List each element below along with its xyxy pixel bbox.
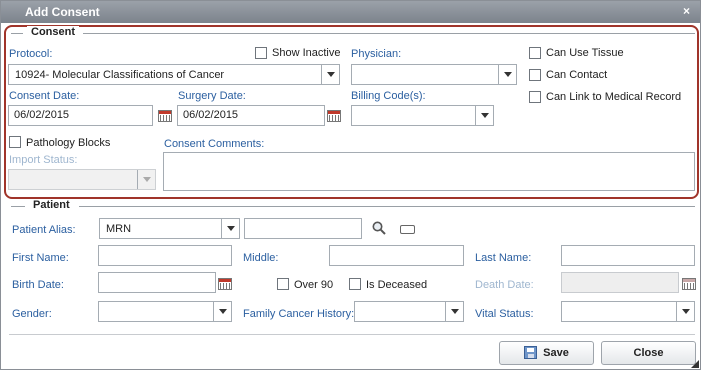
patient-alias-type-select[interactable]: MRN: [99, 218, 240, 239]
family-cancer-history-label: Family Cancer History:: [243, 308, 355, 320]
save-icon: [524, 345, 538, 359]
gender-label: Gender:: [12, 308, 52, 320]
is-deceased-checkbox[interactable]: [349, 278, 361, 290]
add-consent-dialog: Add Consent × Consent Protocol: 10924- M…: [0, 0, 701, 370]
dialog-titlebar[interactable]: Add Consent ×: [1, 1, 700, 23]
import-status-label: Import Status:: [9, 154, 78, 166]
first-name-input[interactable]: [98, 245, 232, 266]
dialog-title: Add Consent: [25, 5, 100, 19]
save-button[interactable]: Save: [499, 341, 594, 365]
consent-date-label: Consent Date:: [9, 90, 80, 102]
protocol-select[interactable]: 10924- Molecular Classifications of Canc…: [8, 64, 340, 85]
can-contact-label: Can Contact: [546, 69, 608, 81]
protocol-label: Protocol:: [9, 48, 53, 60]
can-use-tissue-label: Can Use Tissue: [546, 47, 624, 59]
consent-comments-label: Consent Comments:: [164, 138, 265, 150]
close-button[interactable]: Close: [601, 341, 696, 365]
billing-codes-select[interactable]: [351, 105, 494, 126]
can-link-medical-record-label: Can Link to Medical Record: [546, 91, 682, 103]
consent-legend-line-left: [11, 33, 23, 34]
calendar-icon[interactable]: [218, 278, 232, 290]
chevron-down-icon[interactable]: [475, 106, 493, 125]
consent-date-input[interactable]: 06/02/2015: [8, 105, 153, 126]
patient-alias-input[interactable]: [244, 218, 362, 239]
save-label: Save: [543, 347, 569, 359]
surgery-date-input[interactable]: 06/02/2015: [177, 105, 325, 126]
chevron-down-icon[interactable]: [676, 302, 694, 321]
import-status-select: [8, 169, 156, 190]
over-90-checkbox[interactable]: [277, 278, 289, 290]
card-icon[interactable]: [400, 225, 415, 234]
footer-separator: [9, 334, 695, 335]
chevron-down-icon[interactable]: [321, 65, 339, 84]
search-icon[interactable]: [372, 221, 386, 235]
patient-legend-line-right: [79, 206, 695, 207]
is-deceased-label: Is Deceased: [366, 279, 428, 291]
can-link-medical-record-checkbox[interactable]: [529, 91, 541, 103]
close-icon[interactable]: ×: [683, 4, 690, 18]
gender-select[interactable]: [98, 301, 232, 322]
consent-comments-textarea[interactable]: [163, 152, 695, 191]
can-use-tissue-checkbox[interactable]: [529, 47, 541, 59]
pathology-blocks-checkbox[interactable]: [9, 136, 21, 148]
resize-grip-icon[interactable]: [691, 360, 699, 368]
chevron-down-icon[interactable]: [445, 302, 463, 321]
death-date-label: Death Date:: [475, 279, 534, 291]
chevron-down-icon: [137, 170, 155, 189]
patient-alias-type-value: MRN: [106, 223, 132, 235]
protocol-value: 10924- Molecular Classifications of Canc…: [15, 69, 225, 81]
first-name-label: First Name:: [12, 252, 69, 264]
vital-status-label: Vital Status:: [475, 308, 534, 320]
consent-legend-line-right: [83, 33, 695, 34]
can-contact-checkbox[interactable]: [529, 69, 541, 81]
middle-name-input[interactable]: [329, 245, 464, 266]
billing-codes-label: Billing Code(s):: [351, 90, 426, 102]
patient-alias-label: Patient Alias:: [12, 224, 76, 236]
death-date-input: [561, 272, 679, 293]
middle-label: Middle:: [243, 252, 279, 264]
consent-legend: Consent: [27, 26, 79, 38]
last-name-input[interactable]: [561, 245, 695, 266]
patient-legend-line-left: [11, 206, 25, 207]
chevron-down-icon[interactable]: [213, 302, 231, 321]
pathology-blocks-label: Pathology Blocks: [26, 137, 111, 149]
physician-select[interactable]: [351, 64, 517, 85]
physician-label: Physician:: [351, 48, 402, 60]
chevron-down-icon[interactable]: [221, 219, 239, 238]
birth-date-label: Birth Date:: [12, 279, 64, 291]
surgery-date-label: Surgery Date:: [178, 90, 246, 102]
show-inactive-checkbox[interactable]: [255, 47, 267, 59]
last-name-label: Last Name:: [475, 252, 532, 264]
calendar-icon[interactable]: [327, 110, 341, 122]
calendar-icon[interactable]: [158, 110, 172, 122]
calendar-icon: [682, 278, 696, 290]
show-inactive-label: Show Inactive: [272, 47, 341, 59]
vital-status-select[interactable]: [561, 301, 695, 322]
chevron-down-icon[interactable]: [498, 65, 516, 84]
birth-date-input[interactable]: [98, 272, 216, 293]
patient-legend: Patient: [29, 199, 74, 211]
over-90-label: Over 90: [294, 279, 334, 291]
close-label: Close: [633, 347, 664, 359]
family-cancer-history-select[interactable]: [354, 301, 464, 322]
